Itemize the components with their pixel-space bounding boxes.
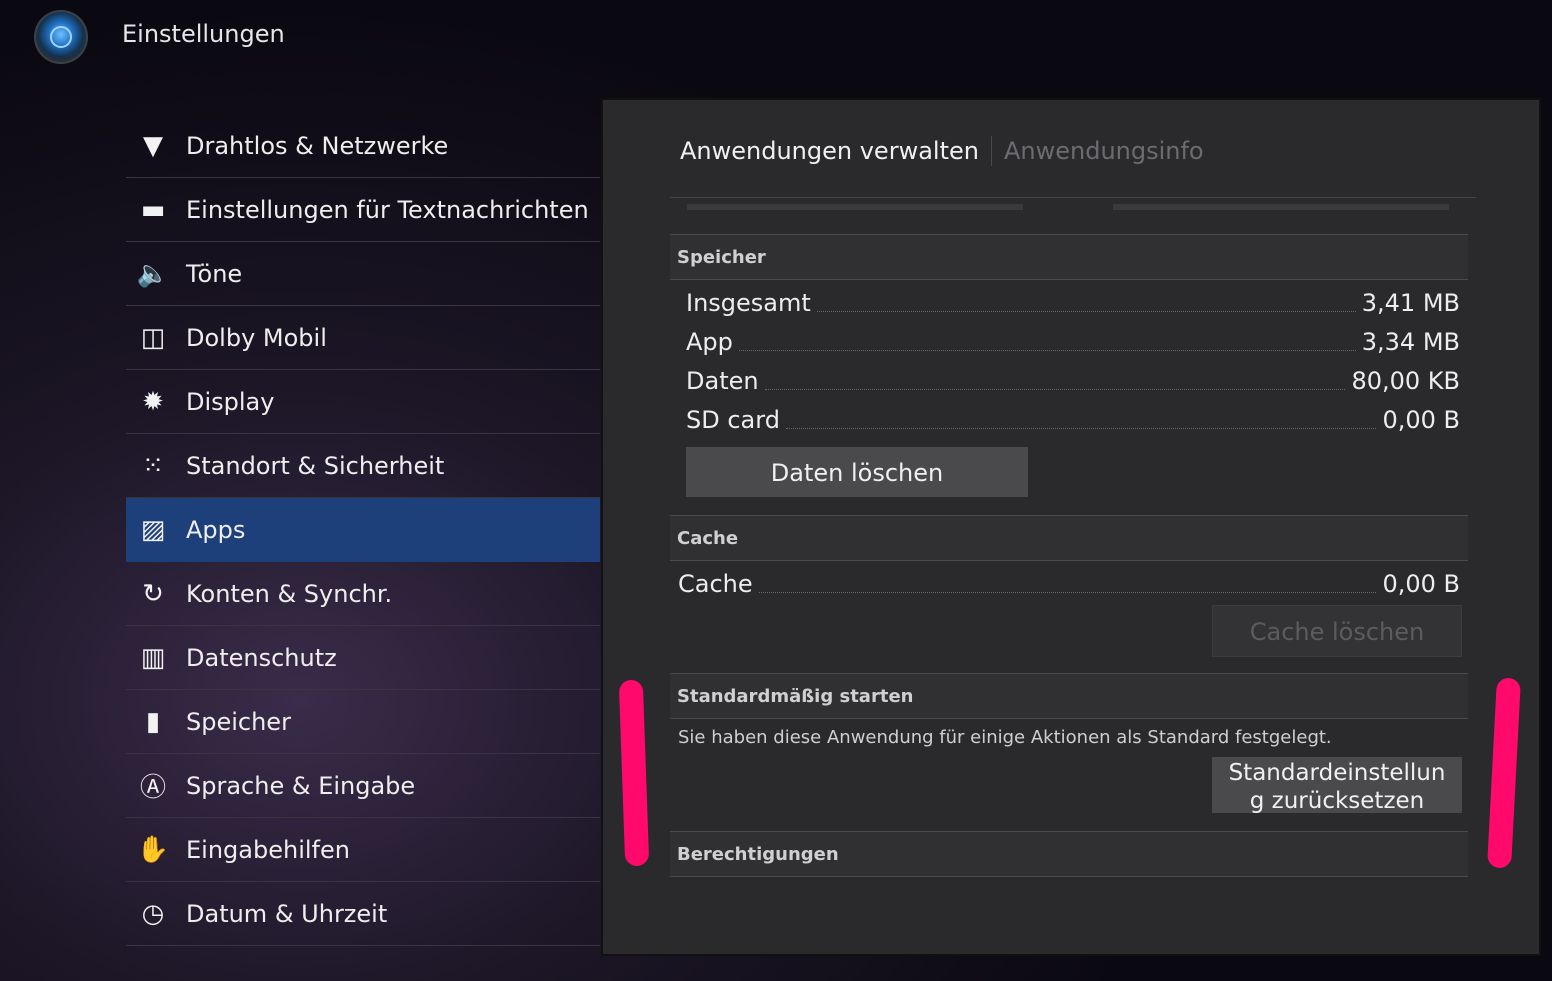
speaker-icon: 🔈: [136, 258, 170, 289]
breadcrumb-tabs: Anwendungen verwalten Anwendungsinfo: [680, 136, 1204, 166]
sidebar-item-label: Apps: [186, 515, 246, 544]
defaults-description: Sie haben diese Anwendung für einige Akt…: [678, 727, 1332, 748]
sidebar-item[interactable]: ▬ Einstellungen für Textnachrichten: [126, 178, 600, 242]
storage-section-header: Speicher: [670, 234, 1468, 280]
storage-value: 80,00 KB: [1351, 367, 1460, 395]
sidebar-item-label: Sprache & Eingabe: [186, 771, 416, 800]
storage-row-data: Daten 80,00 KB: [686, 364, 1460, 398]
clear-data-button[interactable]: Daten löschen: [686, 447, 1028, 499]
privacy-icon: ▥: [140, 642, 166, 673]
permissions-header-label: Berechtigungen: [677, 844, 839, 865]
clear-cache-button[interactable]: Cache löschen: [1212, 605, 1462, 657]
sidebar-item[interactable]: ✋ Eingabehilfen: [126, 818, 600, 882]
sidebar-item[interactable]: ↻ Konten & Synchr.: [126, 562, 600, 626]
sidebar-item-label: Dolby Mobil: [186, 323, 327, 352]
reset-defaults-label-line1: Standardeinstellun: [1228, 760, 1446, 786]
sidebar-item-label: Konten & Synchr.: [186, 579, 393, 608]
storage-value: 3,41 MB: [1361, 289, 1460, 317]
dot-leader: [816, 310, 1356, 312]
hand-icon: ✋: [136, 834, 170, 865]
reset-defaults-label-line2: g zurücksetzen: [1249, 788, 1425, 814]
sidebar-item-label: Drahtlos & Netzwerke: [186, 131, 449, 160]
storage-value: 0,00 B: [1382, 406, 1460, 434]
message-icon: ▬: [140, 194, 166, 225]
cache-section-header: Cache: [670, 515, 1468, 561]
storage-value: 3,34 MB: [1361, 328, 1460, 356]
cache-header-label: Cache: [677, 528, 739, 549]
cache-value: 0,00 B: [1382, 570, 1460, 598]
storage-key: SD card: [686, 406, 780, 434]
sidebar-item[interactable]: ◷ Datum & Uhrzeit: [126, 882, 600, 946]
sidebar-item-label: Eingabehilfen: [186, 835, 350, 864]
dot-leader: [764, 388, 1346, 390]
app-details-panel: Anwendungen verwalten Anwendungsinfo Spe…: [601, 98, 1541, 956]
sd-card-icon: ▮: [145, 706, 161, 737]
sidebar-item-label: Einstellungen für Textnachrichten: [186, 195, 589, 224]
sidebar-item-label: Standort & Sicherheit: [186, 451, 445, 480]
permissions-section-header: Berechtigungen: [670, 831, 1468, 877]
dot-leader: [785, 427, 1377, 429]
action-bar: Einstellungen: [0, 0, 1552, 80]
sidebar-item-label: Töne: [186, 259, 243, 288]
settings-app-icon[interactable]: [34, 10, 88, 64]
faded-control-left: [687, 204, 1023, 210]
settings-menu: ▼ Drahtlos & Netzwerke ▬ Einstellungen für …: [126, 114, 600, 946]
sidebar-item[interactable]: ▥ Datenschutz: [126, 626, 600, 690]
faded-control-right: [1113, 204, 1449, 210]
reset-defaults-button[interactable]: Standardeinstellun g zurücksetzen: [1212, 757, 1462, 815]
sidebar-item-label: Datum & Uhrzeit: [186, 899, 388, 928]
sync-icon: ↻: [142, 578, 164, 609]
storage-row-sdcard: SD card 0,00 B: [686, 403, 1460, 437]
sidebar-item[interactable]: ✹ Display: [126, 370, 600, 434]
wifi-icon: ▼: [143, 130, 163, 161]
sidebar-item-label: Speicher: [186, 707, 291, 736]
tab-manage-apps[interactable]: Anwendungen verwalten: [680, 137, 979, 165]
sidebar-item[interactable]: ▨ Apps: [126, 498, 600, 562]
storage-header-label: Speicher: [677, 247, 766, 268]
tab-app-info[interactable]: Anwendungsinfo: [1004, 137, 1204, 165]
sidebar-item-label: Display: [186, 387, 275, 416]
dot-leader: [758, 591, 1377, 593]
storage-row-app: App 3,34 MB: [686, 325, 1460, 359]
tabs-divider: [670, 197, 1476, 198]
sidebar-item[interactable]: ▮ Speicher: [126, 690, 600, 754]
storage-key: Daten: [686, 367, 759, 395]
sidebar-item[interactable]: ▼ Drahtlos & Netzwerke: [126, 114, 600, 178]
brightness-icon: ✹: [142, 386, 164, 417]
clock-icon: ◷: [141, 898, 165, 929]
sidebar-item[interactable]: Ⓐ Sprache & Eingabe: [126, 754, 600, 818]
cache-key: Cache: [678, 570, 753, 598]
defaults-section-header: Standardmäßig starten: [670, 673, 1468, 719]
location-grid-icon: ⁙: [142, 450, 164, 481]
sidebar-item-label: Datenschutz: [186, 643, 337, 672]
dot-leader: [738, 349, 1356, 351]
page-title: Einstellungen: [122, 20, 285, 48]
cache-row: Cache 0,00 B: [678, 567, 1460, 601]
tab-divider: [990, 136, 992, 166]
storage-row-total: Insgesamt 3,41 MB: [686, 286, 1460, 320]
keyboard-a-icon: Ⓐ: [139, 773, 166, 803]
storage-key: App: [686, 328, 733, 356]
dolby-icon: ◫: [140, 322, 166, 353]
sidebar-item[interactable]: ◫ Dolby Mobil: [126, 306, 600, 370]
sidebar-item[interactable]: 🔈 Töne: [126, 242, 600, 306]
defaults-header-label: Standardmäßig starten: [677, 686, 914, 707]
apps-icon: ▨: [140, 514, 166, 545]
storage-key: Insgesamt: [686, 289, 811, 317]
sidebar-item[interactable]: ⁙ Standort & Sicherheit: [126, 434, 600, 498]
